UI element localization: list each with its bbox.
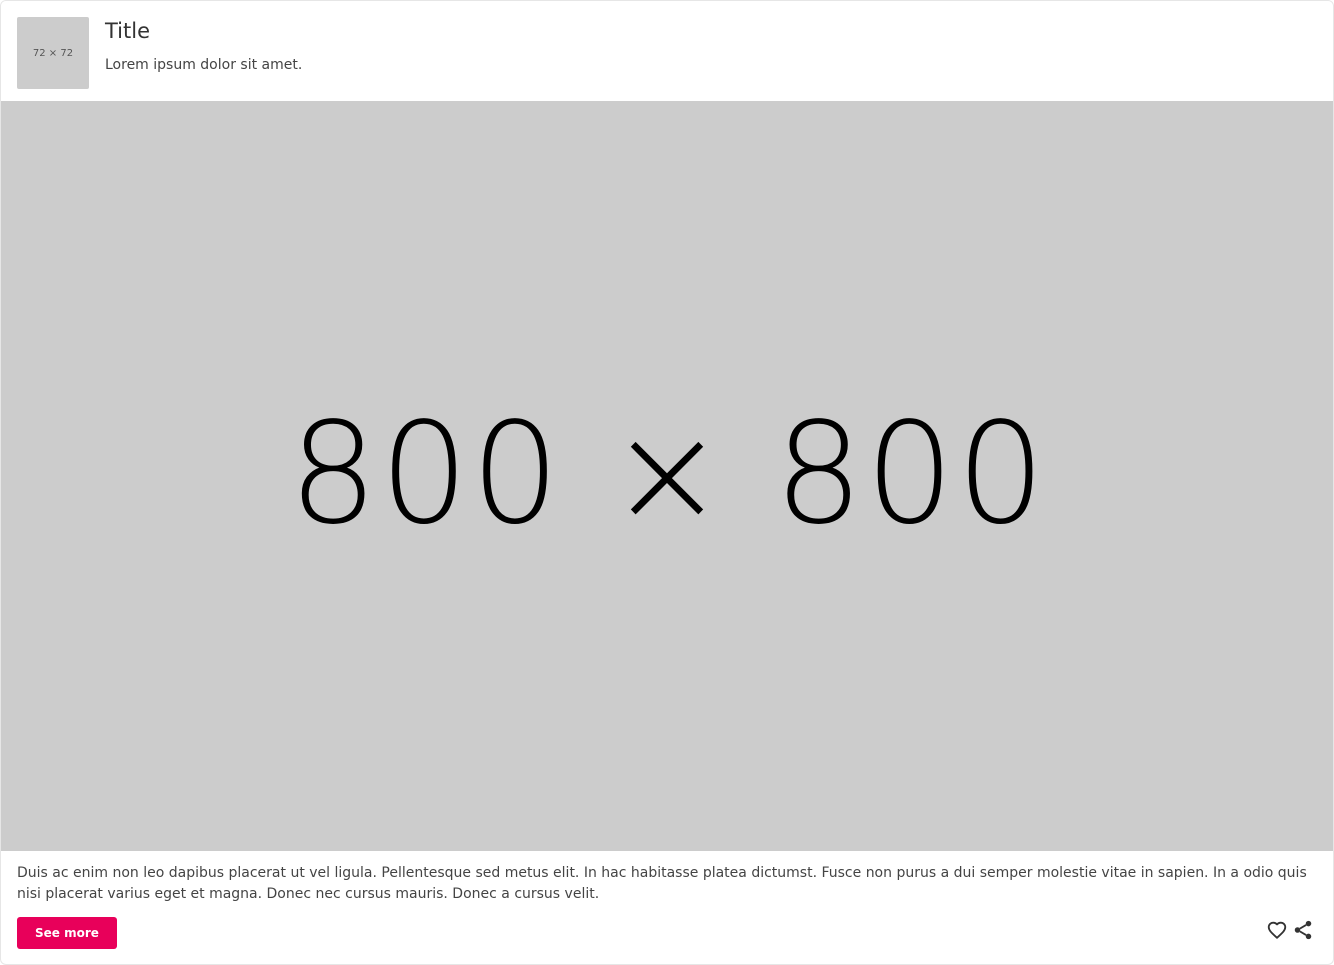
see-more-button[interactable]: See more <box>17 917 117 949</box>
card-title: Title <box>105 19 151 43</box>
heart-icon <box>1267 921 1287 939</box>
card-header: 72 × 72 Title Lorem ipsum dolor sit amet… <box>1 1 1333 101</box>
card-description: Duis ac enim non leo dapibus placerat ut… <box>17 865 1307 902</box>
card-actions <box>1265 917 1315 943</box>
avatar-label: 72 × 72 <box>32 47 74 59</box>
avatar-placeholder: 72 × 72 <box>17 17 89 89</box>
media-image-placeholder: 800 × 800 <box>1 101 1333 851</box>
share-icon <box>1294 920 1312 940</box>
favorite-button[interactable] <box>1265 918 1289 942</box>
card-subtitle: Lorem ipsum dolor sit amet. <box>105 57 303 73</box>
media-card: 72 × 72 Title Lorem ipsum dolor sit amet… <box>0 0 1334 965</box>
media-label: 800 × 800 <box>288 392 1048 556</box>
share-button[interactable] <box>1291 918 1315 942</box>
